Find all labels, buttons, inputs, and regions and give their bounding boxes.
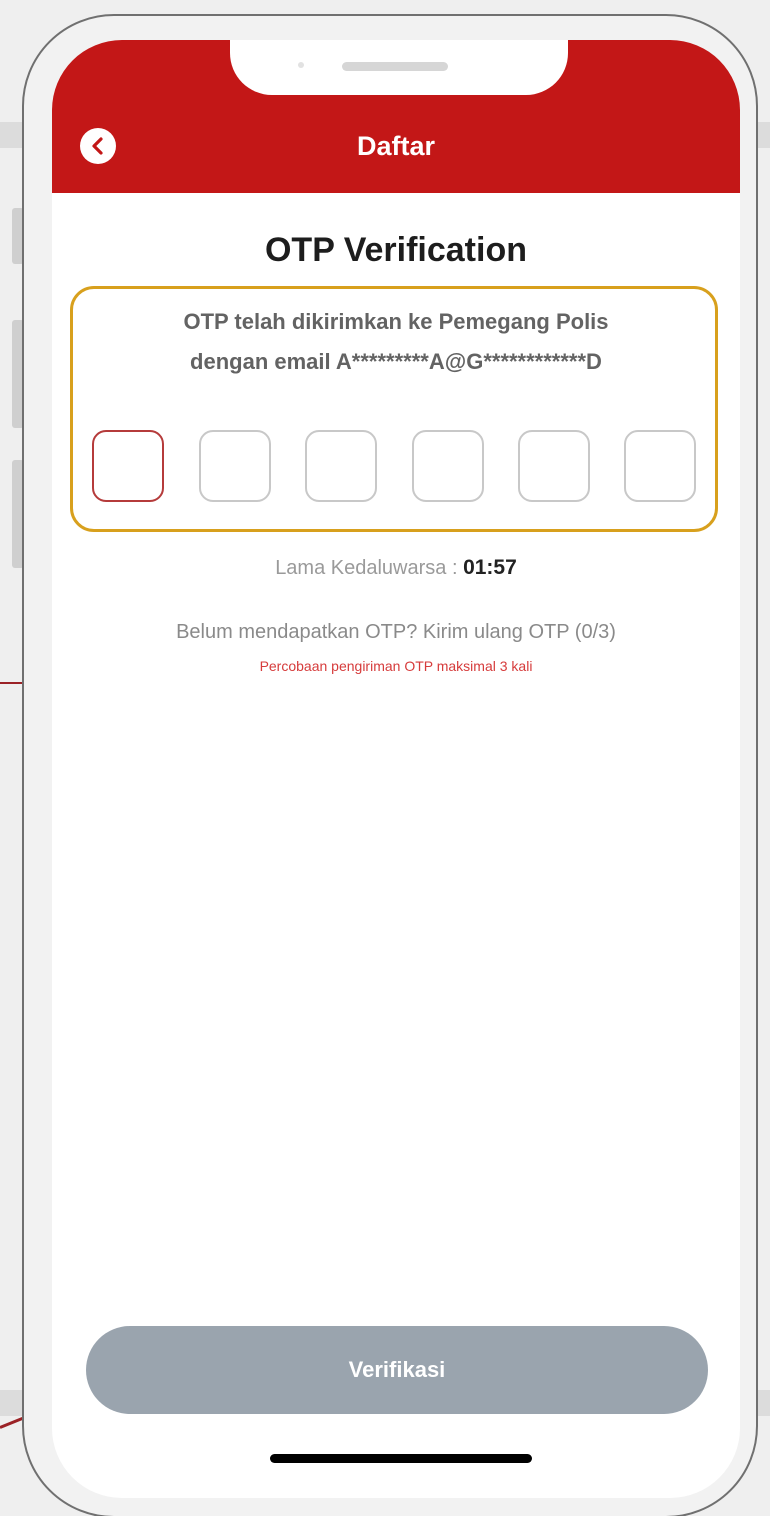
resend-limit-warning: Percobaan pengiriman OTP maksimal 3 kali <box>259 658 533 674</box>
otp-digit-input-3[interactable] <box>305 430 377 502</box>
otp-digit-input-2[interactable] <box>199 430 271 502</box>
page-title: Daftar <box>356 131 436 161</box>
resend-otp-link[interactable]: Kirim ulang OTP (0/3) <box>423 621 616 643</box>
app-screen: Daftar OTP Verification OTP telah dikiri… <box>52 40 740 1498</box>
phone-camera <box>298 62 304 68</box>
verify-button[interactable]: Verifikasi <box>86 1326 708 1414</box>
expiry-countdown: 01:57 <box>463 556 517 579</box>
otp-message-line-1: OTP telah dikirimkan ke Pemegang Polis <box>183 309 609 334</box>
otp-digit-input-4[interactable] <box>412 430 484 502</box>
otp-message: OTP telah dikirimkan ke Pemegang Polis d… <box>52 302 740 382</box>
home-indicator <box>270 1454 532 1463</box>
resend-question: Belum mendapatkan OTP? <box>176 621 423 643</box>
expiry-timer: Lama Kedaluwarsa : 01:57 <box>52 554 740 582</box>
resend-row: Belum mendapatkan OTP? Kirim ulang OTP (… <box>52 618 740 646</box>
otp-heading: OTP Verification <box>264 231 527 269</box>
otp-digit-input-5[interactable] <box>518 430 590 502</box>
expiry-label: Lama Kedaluwarsa : <box>275 557 464 579</box>
otp-digit-input-1[interactable] <box>92 430 164 502</box>
device-mockup: Daftar OTP Verification OTP telah dikiri… <box>0 0 770 1516</box>
otp-digit-input-6[interactable] <box>624 430 696 502</box>
otp-message-line-2: dengan email A*********A@G************D <box>190 349 602 374</box>
phone-speaker <box>342 62 448 71</box>
